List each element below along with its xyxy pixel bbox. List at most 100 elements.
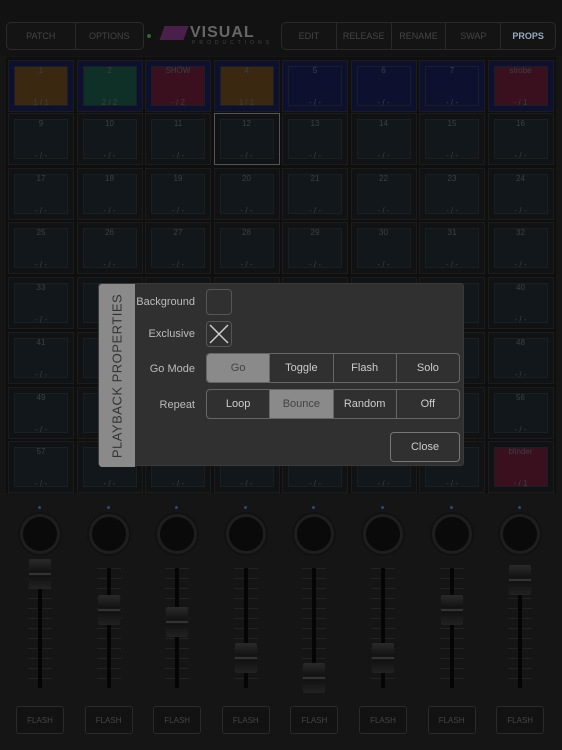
fader-track[interactable] — [106, 568, 111, 688]
repeat-option-off[interactable]: Off — [397, 390, 459, 418]
playback-cue: - / - — [514, 151, 527, 160]
playback-button[interactable]: 20 - / - — [213, 168, 280, 220]
rotary-knob[interactable] — [500, 514, 541, 554]
toolbar-button-release[interactable]: RELEASE — [337, 23, 392, 49]
playback-button[interactable]: 22 - / - — [350, 168, 417, 220]
playback-button[interactable]: 12 - / - — [213, 113, 280, 165]
flash-button[interactable]: FLASH — [496, 706, 545, 734]
gomode-option-solo[interactable]: Solo — [397, 354, 459, 382]
playback-cue: - / - — [103, 479, 116, 488]
fader-track[interactable] — [449, 568, 454, 688]
rotary-knob[interactable] — [88, 514, 129, 554]
rotary-knob[interactable] — [363, 514, 403, 554]
flash-button[interactable]: FLASH — [153, 706, 202, 734]
gomode-option-toggle[interactable]: Toggle — [270, 354, 334, 382]
playback-name: 2 — [107, 66, 112, 75]
playback-name: 26 — [105, 228, 114, 237]
rotary-knob[interactable] — [225, 514, 266, 554]
playback-button[interactable]: 28 - / - — [213, 222, 280, 274]
toolbar: PATCH OPTIONS VISUAL PRODUCTIONS EDIT RELE… — [0, 0, 562, 56]
playback-button[interactable]: 19 - / - — [145, 168, 211, 220]
playback-cue: - / - — [103, 151, 116, 160]
playback-button[interactable]: 2 2 / 2 — [76, 60, 143, 112]
toolbar-button-props[interactable]: PROPS — [501, 23, 555, 49]
playback-button[interactable]: 30 - / - — [350, 222, 417, 274]
flash-button[interactable]: FLASH — [290, 706, 339, 734]
playback-button[interactable]: SHOW - / 2 — [145, 60, 211, 112]
fader-channel: FLASH — [212, 500, 280, 750]
rotary-knob[interactable] — [20, 514, 60, 554]
fader-handle[interactable] — [303, 663, 326, 694]
close-button[interactable]: Close — [390, 432, 460, 462]
playback-button[interactable]: strobe - / 1 — [487, 60, 554, 112]
playback-button[interactable]: 1 1 / 1 — [8, 60, 74, 112]
playback-button[interactable]: 57 - / - — [8, 441, 74, 493]
playback-button[interactable]: 18 - / - — [76, 168, 143, 220]
playback-button[interactable]: 15 - / - — [419, 113, 485, 165]
playback-button[interactable]: 5 - / - — [282, 60, 348, 112]
playback-button[interactable]: 4 1 / 1 — [213, 60, 280, 112]
playback-button[interactable]: 13 - / - — [282, 113, 348, 165]
repeat-option-bounce[interactable]: Bounce — [270, 390, 334, 418]
repeat-option-loop[interactable]: Loop — [207, 390, 271, 418]
toolbar-button-options[interactable]: OPTIONS — [76, 23, 144, 49]
playback-button[interactable]: 26 - / - — [76, 222, 143, 274]
rotary-knob[interactable] — [431, 514, 472, 554]
fader-handle[interactable] — [166, 607, 189, 637]
fader-handle[interactable] — [234, 643, 257, 673]
fader-handle[interactable] — [97, 595, 120, 625]
channel-indicator — [381, 506, 384, 509]
playback-button[interactable]: 33 - / - — [8, 277, 74, 329]
background-checkbox[interactable] — [206, 289, 232, 315]
playback-button[interactable]: 6 - / - — [350, 60, 417, 112]
playback-cue: - / - — [240, 206, 253, 215]
toolbar-button-patch[interactable]: PATCH — [7, 23, 76, 49]
playback-button[interactable]: 23 - / - — [419, 168, 485, 220]
playback-button[interactable]: blinder - / 1 — [487, 441, 554, 493]
flash-button[interactable]: FLASH — [427, 706, 476, 734]
gomode-option-flash[interactable]: Flash — [334, 354, 397, 382]
playback-name: 11 — [173, 119, 183, 128]
playback-name: 12 — [242, 119, 251, 128]
gomode-option-go[interactable]: Go — [207, 354, 271, 382]
playback-button[interactable]: 29 - / - — [282, 222, 348, 274]
playback-button[interactable]: 11 - / - — [145, 113, 211, 165]
fader-handle[interactable] — [509, 565, 532, 595]
toolbar-button-rename[interactable]: RENAME — [392, 23, 447, 49]
flash-button[interactable]: FLASH — [221, 706, 270, 734]
exclusive-checkbox[interactable] — [206, 321, 232, 347]
flash-button[interactable]: FLASH — [359, 706, 407, 734]
playback-button[interactable]: 16 - / - — [487, 113, 554, 165]
playback-button[interactable]: 14 - / - — [350, 113, 417, 165]
flash-button[interactable]: FLASH — [84, 706, 133, 734]
toolbar-button-edit[interactable]: EDIT — [282, 23, 337, 49]
repeat-option-random[interactable]: Random — [334, 390, 397, 418]
playback-button[interactable]: 56 - / - — [487, 387, 554, 439]
playback-cue: - / - — [377, 151, 390, 160]
playback-button[interactable]: 9 - / - — [8, 113, 74, 165]
playback-button[interactable]: 48 - / - — [487, 332, 554, 384]
playback-button[interactable]: 31 - / - — [419, 222, 485, 274]
playback-button[interactable]: 24 - / - — [487, 168, 554, 220]
playback-button[interactable]: 49 - / - — [8, 387, 74, 439]
flash-button[interactable]: FLASH — [16, 706, 64, 734]
playback-button[interactable]: 17 - / - — [8, 168, 74, 220]
playback-button[interactable]: 41 - / - — [8, 332, 74, 384]
toolbar-button-swap[interactable]: SWAP — [446, 23, 502, 49]
fader-handle[interactable] — [372, 643, 394, 673]
playback-button[interactable]: 25 - / - — [8, 222, 74, 274]
playback-button[interactable]: 27 - / - — [145, 222, 211, 274]
playback-button[interactable]: 32 - / - — [487, 222, 554, 274]
playback-name: blinder — [508, 447, 533, 456]
playback-button[interactable]: 10 - / - — [76, 113, 143, 165]
playback-cue: - / 1 — [513, 479, 528, 488]
playback-cue: - / - — [514, 425, 527, 434]
playback-button[interactable]: 40 - / - — [487, 277, 554, 329]
playback-button[interactable]: 7 - / - — [419, 60, 485, 112]
rotary-knob[interactable] — [294, 514, 335, 554]
playback-button[interactable]: 21 - / - — [282, 168, 348, 220]
playback-cue: 1 / 1 — [33, 98, 49, 107]
fader-handle[interactable] — [29, 559, 51, 589]
fader-handle[interactable] — [440, 595, 463, 625]
rotary-knob[interactable] — [157, 514, 198, 554]
